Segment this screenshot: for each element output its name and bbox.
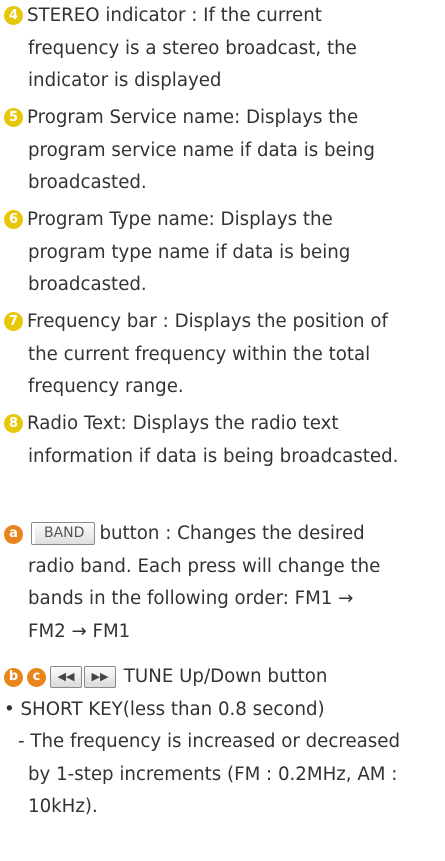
line: Radio Text: Displays the radio text	[27, 413, 339, 434]
item-program-type-name: 6 Program Type name: Displays the program…	[4, 204, 439, 302]
tune-description: b c ◀◀ ▶▶ TUNE Up/Down button • SHORT KEY(l…	[4, 661, 439, 824]
line: FM2 → FM1	[28, 620, 131, 642]
line: button : Changes the desired	[99, 523, 365, 544]
line: information if data is being broadcasted…	[28, 445, 399, 467]
number-badge: 6	[4, 210, 23, 229]
line: frequency range.	[28, 376, 184, 397]
number-badge: 4	[4, 6, 23, 25]
line: bands in the following order: FM1 →	[28, 588, 354, 609]
line: broadcasted.	[28, 172, 147, 193]
line: indicator is displayed	[28, 70, 222, 91]
line: Program Type name: Displays the	[27, 209, 333, 230]
rewind-icon: ◀◀	[50, 666, 82, 688]
line: - The frequency is increased or decrease…	[18, 731, 400, 752]
item-frequency-bar: 7 Frequency bar : Displays the position o…	[4, 306, 439, 404]
line: Program Service name: Displays the	[27, 107, 359, 128]
fast-forward-icon: ▶▶	[84, 666, 116, 688]
letter-badge: b	[4, 668, 23, 687]
item-stereo-indicator: 4 STEREO indicator : If the current frequ…	[4, 0, 439, 98]
line: the current frequency within the total	[28, 343, 371, 365]
line: program type name if data is being	[28, 241, 351, 263]
line: Frequency bar : Displays the position of	[27, 311, 388, 332]
line: STEREO indicator : If the current	[27, 5, 322, 26]
band-description: a BAND button : Changes the desired radio …	[4, 518, 439, 648]
line: frequency is a stereo broadcast, the	[28, 37, 357, 59]
letter-badge: a	[4, 525, 23, 544]
item-radio-text: 8 Radio Text: Displays the radio text inf…	[4, 408, 439, 473]
letter-badge: c	[27, 668, 46, 687]
line: program service name if data is being	[28, 139, 375, 161]
line: radio band. Each press will change the	[28, 555, 381, 577]
number-badge: 8	[4, 414, 23, 433]
tune-label: TUNE Up/Down button	[123, 666, 328, 687]
line: broadcasted.	[28, 274, 147, 295]
line: 10kHz).	[28, 796, 98, 817]
short-key-heading: • SHORT KEY(less than 0.8 second)	[4, 698, 325, 720]
line: by 1-step increments (FM : 0.2MHz, AM :	[28, 763, 398, 785]
band-key: BAND	[31, 522, 96, 545]
item-program-service-name: 5 Program Service name: Displays the prog…	[4, 102, 439, 200]
number-badge: 7	[4, 312, 23, 331]
number-badge: 5	[4, 108, 23, 127]
